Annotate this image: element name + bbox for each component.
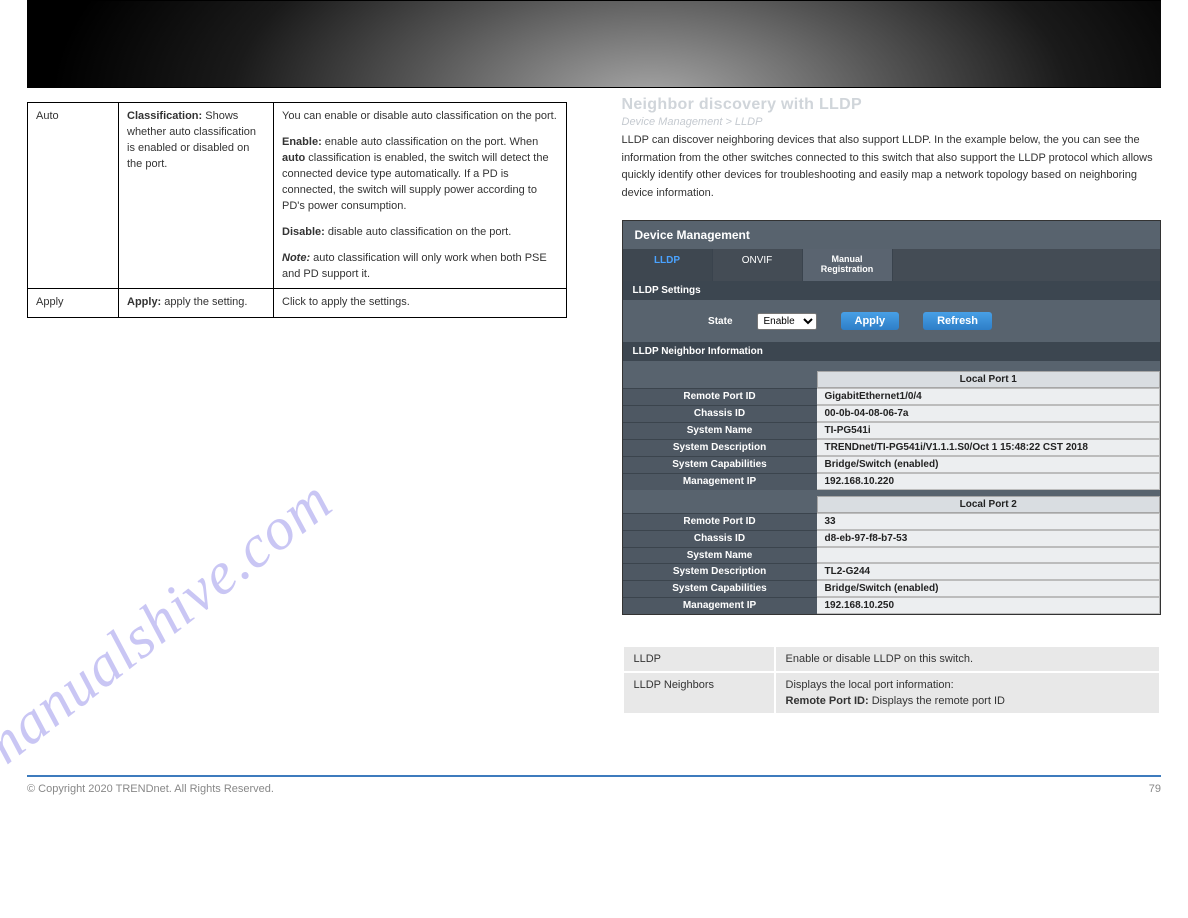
tab-manual-registration[interactable]: Manual Registration (803, 249, 893, 281)
text: auto classification will only work when … (282, 252, 547, 280)
local-port-2-block: Local Port 2 Remote Port ID33 Chassis ID… (623, 496, 1161, 614)
key-system-name: System Name (623, 547, 817, 563)
label-note: Note: (282, 252, 310, 264)
local-port-2-header: Local Port 2 (817, 496, 1161, 513)
label-auto: auto (282, 152, 305, 164)
key-system-description: System Description (623, 563, 817, 580)
key-chassis-id: Chassis ID (623, 530, 817, 547)
param-desc-cell: Apply: apply the setting. (119, 289, 274, 318)
key-management-ip: Management IP (623, 597, 817, 614)
text: classification is enabled, the switch wi… (282, 152, 549, 212)
footer-page-number: 79 (1121, 783, 1161, 795)
lldp-state-row: State Enable Apply Refresh (623, 300, 1161, 342)
val (817, 547, 1161, 563)
panel-title: Device Management (623, 221, 1161, 249)
local-port-1-header: Local Port 1 (817, 371, 1161, 388)
tab-onvif[interactable]: ONVIF (713, 249, 803, 281)
label-apply: Apply: (127, 296, 161, 308)
footer-copyright: © Copyright 2020 TRENDnet. All Rights Re… (27, 783, 274, 795)
tab-row: LLDP ONVIF Manual Registration (623, 249, 1161, 281)
section-heading: Neighbor discovery with LLDP (622, 96, 1162, 114)
param-detail-cell: Click to apply the settings. (274, 289, 567, 318)
device-management-panel: Device Management LLDP ONVIF Manual Regi… (622, 220, 1162, 615)
state-select[interactable]: Enable (757, 313, 817, 330)
text: disable auto classification on the port. (325, 226, 512, 238)
local-port-1-block: Local Port 1 Remote Port IDGigabitEthern… (623, 371, 1161, 490)
val: GigabitEthernet1/0/4 (817, 388, 1161, 405)
val: TL2-G244 (817, 563, 1161, 580)
page-footer: © Copyright 2020 TRENDnet. All Rights Re… (27, 775, 1161, 795)
label-classification: Classification: (127, 110, 202, 122)
section-lldp-settings: LLDP Settings (623, 281, 1161, 300)
key-chassis-id: Chassis ID (623, 405, 817, 422)
val: TRENDnet/TI-PG541i/V1.1.1.S0/Oct 1 15:48… (817, 439, 1161, 456)
key-management-ip: Management IP (623, 473, 817, 490)
param-detail-cell: You can enable or disable auto classific… (274, 103, 567, 289)
key-system-capabilities: System Capabilities (623, 580, 817, 597)
main-content: manualshive.com Auto Classification: Sho… (0, 88, 1188, 715)
tab-lldp[interactable]: LLDP (623, 249, 713, 281)
val: 33 (817, 513, 1161, 530)
param-desc-cell: Classification: Shows whether auto class… (119, 103, 274, 289)
parameter-table: Auto Classification: Shows whether auto … (27, 102, 567, 318)
breadcrumb: Device Management > LLDP (622, 116, 1162, 128)
cell-lldp: LLDP (624, 647, 774, 671)
text: enable auto classification on the port. … (322, 136, 538, 148)
section-description: LLDP can discover neighboring devices th… (622, 132, 1162, 202)
state-label: State (673, 316, 733, 327)
section-lldp-neighbor: LLDP Neighbor Information (623, 342, 1161, 361)
summary-table: LLDP Enable or disable LLDP on this swit… (622, 645, 1162, 715)
cell-lldp-neighbors: LLDP Neighbors (624, 673, 774, 713)
text: Displays the remote port ID (872, 695, 1005, 707)
text: apply the setting. (161, 296, 247, 308)
cell-lldp-neighbors-desc: Displays the local port information: Rem… (776, 673, 1160, 713)
label-enable: Enable: (282, 136, 322, 148)
param-name-cell: Apply (28, 289, 119, 318)
text: You can enable or disable auto classific… (282, 109, 558, 125)
val: 192.168.10.220 (817, 473, 1161, 490)
label-remote-port-id: Remote Port ID: (786, 695, 869, 707)
key-system-name: System Name (623, 422, 817, 439)
label-disable: Disable: (282, 226, 325, 238)
val: Bridge/Switch (enabled) (817, 456, 1161, 473)
cell-lldp-desc: Enable or disable LLDP on this switch. (776, 647, 1160, 671)
left-column: manualshive.com Auto Classification: Sho… (27, 88, 567, 715)
val: TI-PG541i (817, 422, 1161, 439)
param-name-cell: Auto (28, 103, 119, 289)
key-remote-port-id: Remote Port ID (623, 513, 817, 530)
val: 00-0b-04-08-06-7a (817, 405, 1161, 422)
text: Displays the local port information: (786, 679, 1150, 691)
refresh-button[interactable]: Refresh (923, 312, 992, 330)
key-remote-port-id: Remote Port ID (623, 388, 817, 405)
key-system-description: System Description (623, 439, 817, 456)
key-system-capabilities: System Capabilities (623, 456, 817, 473)
apply-button[interactable]: Apply (841, 312, 900, 330)
header-banner (27, 0, 1161, 88)
val: d8-eb-97-f8-b7-53 (817, 530, 1161, 547)
val: Bridge/Switch (enabled) (817, 580, 1161, 597)
right-column: Neighbor discovery with LLDP Device Mana… (622, 88, 1162, 715)
val: 192.168.10.250 (817, 597, 1161, 614)
